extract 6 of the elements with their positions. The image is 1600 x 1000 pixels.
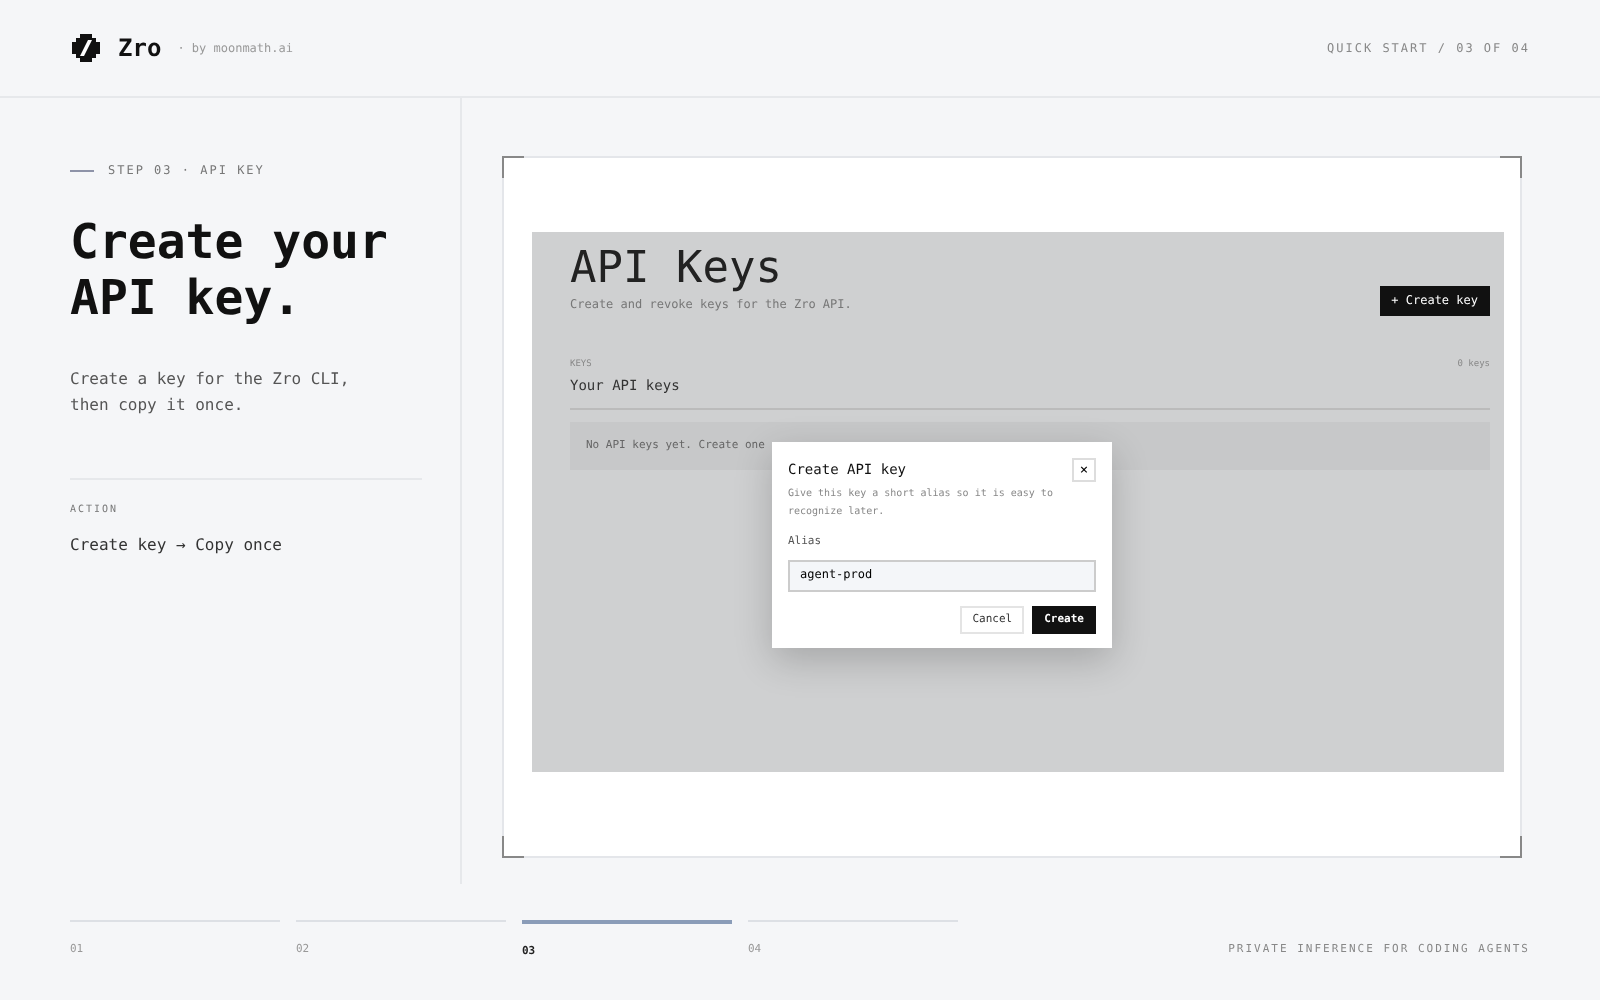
step-description: Create a key for the Zro CLI, then copy it once. xyxy=(70,368,352,418)
step-title: Create your API key. xyxy=(70,214,390,326)
logo-icon xyxy=(70,32,102,64)
brand-name: Zro xyxy=(118,34,162,62)
page-title: API Keys xyxy=(570,244,784,294)
action-text: Create key → Copy once xyxy=(70,536,284,554)
